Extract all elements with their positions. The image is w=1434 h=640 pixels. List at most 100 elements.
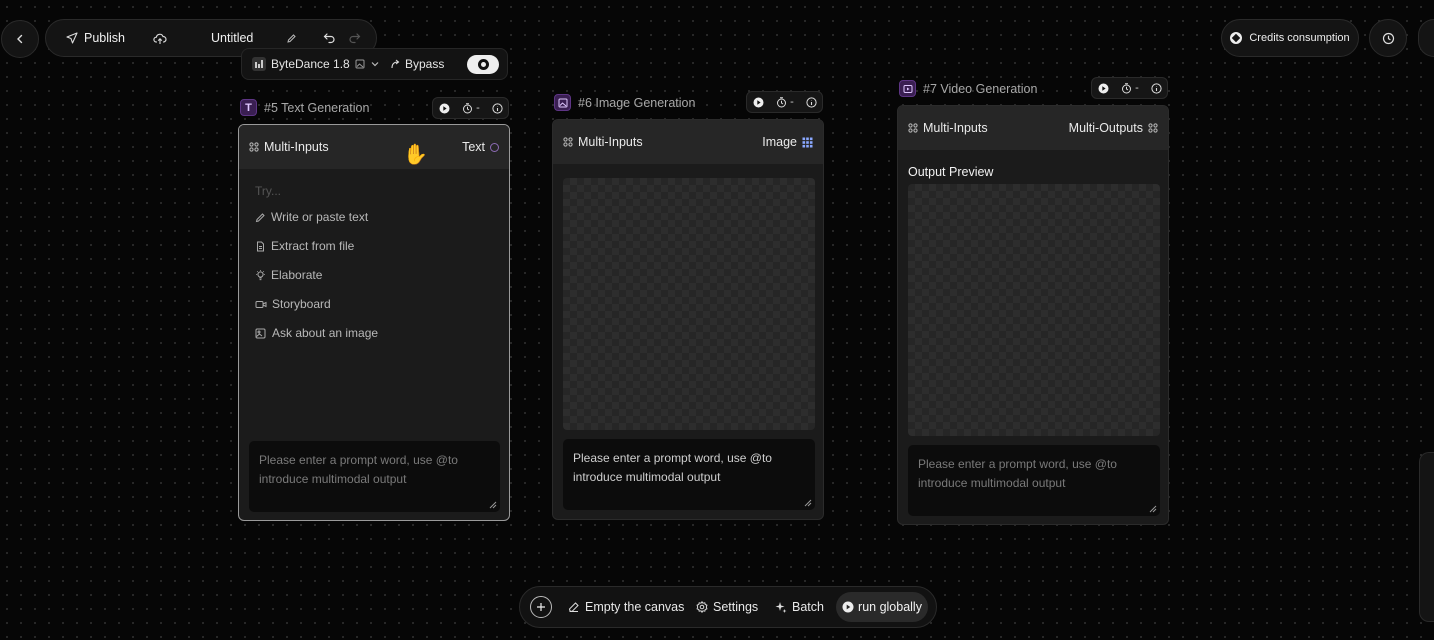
video-timer[interactable]: - bbox=[1115, 78, 1145, 98]
batch-button[interactable]: Batch bbox=[775, 587, 824, 627]
try-item-label: Extract from file bbox=[271, 239, 355, 253]
try-extract-from-file[interactable]: Extract from file bbox=[255, 239, 354, 253]
try-ask-about-image[interactable]: Ask about an image bbox=[255, 326, 378, 340]
image-node-controls: - bbox=[746, 91, 823, 113]
image-node-title-label: #6 Image Generation bbox=[578, 95, 696, 110]
text-info-button[interactable] bbox=[486, 98, 509, 118]
bytedance-logo-icon bbox=[252, 57, 266, 71]
lightbulb-icon bbox=[256, 269, 265, 280]
image-run-button[interactable] bbox=[747, 92, 770, 112]
history-button[interactable] bbox=[1369, 19, 1407, 57]
try-label: Try... bbox=[255, 184, 281, 198]
text-inputs-label: Multi-Inputs bbox=[264, 140, 329, 154]
video-generation-card[interactable]: Multi-Inputs Multi-Outputs Output Previe… bbox=[897, 105, 1169, 525]
resize-handle-icon[interactable] bbox=[1149, 505, 1157, 513]
image-preview-area bbox=[563, 178, 815, 430]
image-timer[interactable]: - bbox=[770, 92, 800, 112]
multi-outputs-port-icon[interactable] bbox=[1148, 123, 1158, 133]
bypass-label: Bypass bbox=[405, 57, 445, 71]
info-icon bbox=[806, 96, 817, 108]
gear-icon bbox=[696, 601, 708, 613]
undo-icon bbox=[323, 33, 335, 44]
credits-consumption-button[interactable]: Credits consumption bbox=[1221, 19, 1359, 57]
resize-handle-icon[interactable] bbox=[489, 501, 497, 509]
image-output-label: Image bbox=[762, 135, 797, 149]
redo-icon bbox=[349, 33, 361, 44]
text-output-port[interactable] bbox=[490, 142, 499, 152]
try-write-or-paste[interactable]: Write or paste text bbox=[255, 210, 368, 224]
video-node-title-label: #7 Video Generation bbox=[923, 81, 1038, 96]
try-storyboard[interactable]: Storyboard bbox=[255, 297, 331, 311]
credits-icon bbox=[1230, 32, 1243, 44]
video-output-label: Multi-Outputs bbox=[1068, 121, 1143, 135]
add-node-button[interactable] bbox=[530, 596, 552, 618]
info-icon bbox=[492, 102, 503, 114]
video-prompt-input[interactable]: Please enter a prompt word, use @to intr… bbox=[908, 445, 1160, 516]
video-camera-icon bbox=[255, 300, 267, 308]
image-prompt-input[interactable]: Please enter a prompt word, use @to intr… bbox=[563, 439, 815, 510]
right-side-panel[interactable] bbox=[1419, 452, 1434, 622]
upload-cloud-button[interactable] bbox=[153, 20, 167, 56]
timer-icon bbox=[1122, 82, 1131, 93]
grab-hand-cursor-icon: ✋ bbox=[403, 144, 428, 166]
text-type-badge: T bbox=[240, 99, 257, 116]
bypass-icon bbox=[391, 59, 400, 68]
video-card-header: Multi-Inputs Multi-Outputs bbox=[898, 106, 1168, 150]
text-prompt-placeholder: Please enter a prompt word, use @to intr… bbox=[259, 453, 458, 486]
video-timer-value: - bbox=[1135, 82, 1139, 94]
model-selector[interactable]: ByteDance 1.8 bbox=[252, 49, 380, 79]
text-generation-card[interactable]: Multi-Inputs Text ✋ Try... Write or past… bbox=[238, 124, 510, 521]
try-item-label: Ask about an image bbox=[272, 326, 379, 340]
image-generation-card[interactable]: Multi-Inputs Image Please enter a prompt… bbox=[552, 119, 824, 520]
video-info-button[interactable] bbox=[1145, 78, 1168, 98]
bypass-button[interactable]: Bypass bbox=[390, 49, 444, 79]
text-prompt-input[interactable]: Please enter a prompt word, use @to intr… bbox=[249, 441, 500, 512]
text-timer[interactable]: - bbox=[456, 98, 486, 118]
send-icon bbox=[66, 32, 78, 44]
image-node-title[interactable]: #6 Image Generation bbox=[554, 94, 695, 111]
settings-button[interactable]: Settings bbox=[696, 587, 758, 627]
run-globally-button[interactable]: run globally bbox=[836, 592, 928, 622]
try-item-label: Elaborate bbox=[271, 268, 323, 282]
eraser-icon bbox=[568, 602, 579, 613]
image-output-port-icon[interactable] bbox=[802, 137, 813, 148]
info-icon bbox=[1151, 82, 1162, 94]
text-card-header: Multi-Inputs Text bbox=[239, 125, 509, 169]
bottom-toolbar: Empty the canvas Settings Batch run glob… bbox=[519, 586, 937, 628]
video-icon bbox=[903, 84, 912, 93]
chevron-left-icon bbox=[17, 34, 23, 44]
clock-icon bbox=[1382, 32, 1394, 44]
run-icon bbox=[1098, 83, 1109, 93]
image-prompt-text: Please enter a prompt word, use @to intr… bbox=[573, 451, 772, 484]
video-run-button[interactable] bbox=[1092, 78, 1115, 98]
text-timer-value: - bbox=[476, 102, 480, 114]
bypass-toggle[interactable] bbox=[467, 55, 499, 74]
text-run-button[interactable] bbox=[433, 98, 456, 118]
batch-label: Batch bbox=[792, 600, 824, 614]
multi-inputs-icon bbox=[249, 142, 259, 152]
text-node-title[interactable]: T #5 Text Generation bbox=[240, 99, 369, 116]
model-bar: ByteDance 1.8 Bypass bbox=[241, 48, 508, 80]
text-node-title-label: #5 Text Generation bbox=[264, 100, 370, 115]
try-elaborate[interactable]: Elaborate bbox=[255, 268, 322, 282]
image-mode-icon bbox=[355, 59, 365, 69]
pencil-icon bbox=[287, 33, 296, 43]
video-node-title[interactable]: #7 Video Generation bbox=[899, 80, 1037, 97]
plus-icon bbox=[537, 603, 545, 611]
image-icon bbox=[558, 98, 567, 107]
model-label: ByteDance 1.8 bbox=[271, 57, 350, 71]
credits-label: Credits consumption bbox=[1249, 32, 1350, 44]
right-edge-button[interactable] bbox=[1418, 19, 1434, 57]
publish-button[interactable]: Publish bbox=[66, 20, 125, 56]
empty-canvas-button[interactable]: Empty the canvas bbox=[568, 587, 684, 627]
run-icon bbox=[842, 601, 854, 613]
video-preview-area bbox=[908, 184, 1160, 436]
text-node-controls: - bbox=[432, 97, 509, 119]
image-info-button[interactable] bbox=[800, 92, 823, 112]
chevron-down-icon bbox=[371, 62, 379, 67]
pencil-icon bbox=[255, 212, 265, 222]
back-button[interactable] bbox=[1, 20, 39, 58]
video-prompt-placeholder: Please enter a prompt word, use @to intr… bbox=[918, 457, 1117, 490]
resize-handle-icon[interactable] bbox=[804, 499, 812, 507]
multi-inputs-icon bbox=[563, 137, 573, 147]
